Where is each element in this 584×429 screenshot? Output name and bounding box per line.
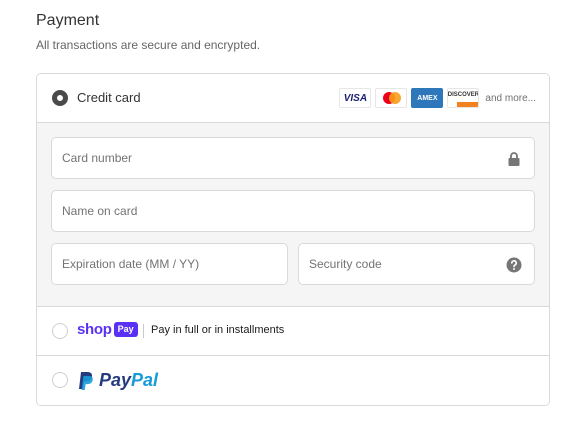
name-on-card-field[interactable] xyxy=(51,190,535,232)
expiration-date-field[interactable] xyxy=(51,243,288,285)
credit-card-form xyxy=(37,123,549,307)
shop-pay-badge: Pay xyxy=(113,322,138,337)
paypal-logo-pal: Pal xyxy=(131,370,159,390)
card-logos: VISA AMEX DISCOVER and more... xyxy=(339,87,536,109)
paypal-radio[interactable] xyxy=(52,372,68,388)
section-title: Payment xyxy=(36,12,100,29)
paypal-logo-pay: Pay xyxy=(99,370,132,390)
shop-pay-description: Pay in full or in installments xyxy=(151,324,285,336)
payment-option-shop-pay[interactable]: shop Pay Pay in full or in installments xyxy=(37,307,549,356)
card-number-input[interactable] xyxy=(62,138,500,178)
paypal-logo: PayPal xyxy=(77,370,158,391)
name-on-card-input[interactable] xyxy=(62,191,500,231)
visa-logo: VISA xyxy=(339,88,372,108)
payment-methods-box: Credit card VISA AMEX DISCOVER and more.… xyxy=(36,73,550,406)
card-number-field[interactable] xyxy=(51,137,535,179)
shop-pay-logo: shop Pay xyxy=(77,321,138,338)
amex-logo: AMEX xyxy=(411,88,444,108)
shop-pay-radio[interactable] xyxy=(52,323,68,339)
credit-card-radio[interactable] xyxy=(52,90,68,106)
payment-option-credit-card[interactable]: Credit card VISA AMEX DISCOVER and more.… xyxy=(37,74,549,123)
security-code-input[interactable] xyxy=(309,244,500,284)
lock-icon xyxy=(508,152,520,166)
credit-card-label: Credit card xyxy=(77,90,141,105)
security-code-field[interactable] xyxy=(298,243,535,285)
expiration-date-input[interactable] xyxy=(62,244,253,284)
section-subtitle: All transactions are secure and encrypte… xyxy=(36,38,261,52)
and-more-text: and more... xyxy=(485,92,536,104)
payment-option-paypal[interactable]: PayPal xyxy=(37,356,549,405)
paypal-p-icon xyxy=(79,371,93,390)
shop-pay-logo-text: shop xyxy=(77,321,112,338)
discover-logo: DISCOVER xyxy=(447,88,480,108)
discover-logo-text: DISCOVER xyxy=(447,92,480,98)
mastercard-logo xyxy=(375,88,408,108)
payment-page: Payment All transactions are secure and … xyxy=(0,0,584,429)
shop-pay-divider xyxy=(143,324,144,338)
question-circle-icon[interactable] xyxy=(506,257,522,273)
